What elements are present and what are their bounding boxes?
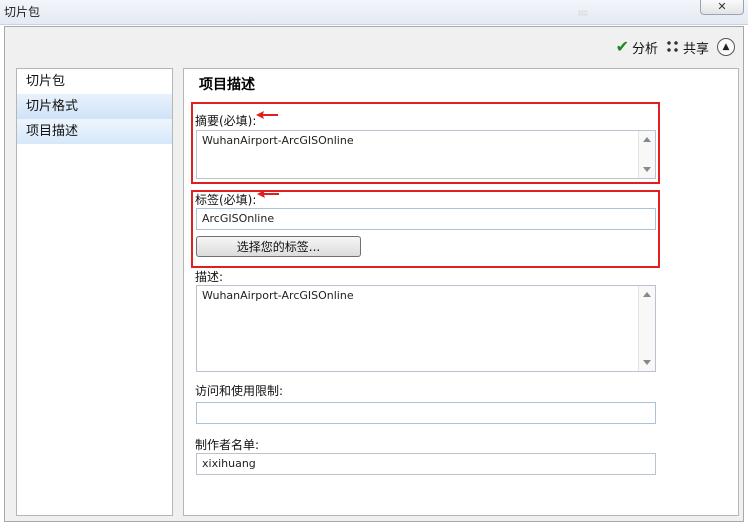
resize-grip-icon: [578, 10, 588, 16]
sidebar-item-tile-package[interactable]: 切片包: [17, 69, 172, 94]
share-button[interactable]: 共享: [665, 38, 709, 57]
red-arrow-icon: [257, 190, 279, 198]
sidebar-item-tile-format[interactable]: 切片格式: [17, 94, 172, 119]
collapse-icon[interactable]: ▲: [717, 38, 735, 56]
share-label: 共享: [682, 41, 709, 57]
description-label: 描述:: [195, 270, 224, 284]
scroll-down-icon[interactable]: [643, 360, 651, 365]
credits-value: xixihuang: [202, 457, 256, 470]
tags-highlight-box: [191, 190, 660, 268]
scroll-up-icon[interactable]: [643, 292, 651, 297]
page-title: 项目描述: [199, 77, 255, 93]
description-textarea[interactable]: WuhanAirport-ArcGISOnline: [196, 285, 656, 372]
sidebar-item-item-description[interactable]: 项目描述: [17, 119, 172, 144]
top-toolbar: ✔ 分析 共享 ▲: [616, 37, 735, 57]
window-title: 切片包: [4, 5, 41, 19]
red-arrow-icon: [256, 111, 278, 119]
close-button[interactable]: ✕: [700, 0, 744, 15]
main-panel: 项目描述 摘要(必填): WuhanAirport-ArcGISOnline 标…: [183, 68, 739, 516]
check-icon: ✔: [615, 37, 629, 56]
credits-input[interactable]: xixihuang: [196, 453, 656, 475]
access-input[interactable]: [196, 402, 656, 424]
analyze-button[interactable]: ✔ 分析: [616, 38, 658, 57]
analyze-label: 分析: [631, 41, 658, 57]
dialog-frame: ✔ 分析 共享 ▲ 切片包 切片格式 项目描述 项目描述 摘要(必填): Wuh…: [4, 26, 744, 522]
description-scrollbar[interactable]: [638, 286, 655, 371]
sidebar: 切片包 切片格式 项目描述: [16, 68, 173, 516]
access-label: 访问和使用限制:: [195, 384, 284, 398]
window-titlebar: 切片包 ✕: [0, 0, 748, 25]
credits-label: 制作者名单:: [195, 438, 260, 452]
share-icon: [665, 40, 680, 54]
description-value: WuhanAirport-ArcGISOnline: [202, 289, 354, 302]
